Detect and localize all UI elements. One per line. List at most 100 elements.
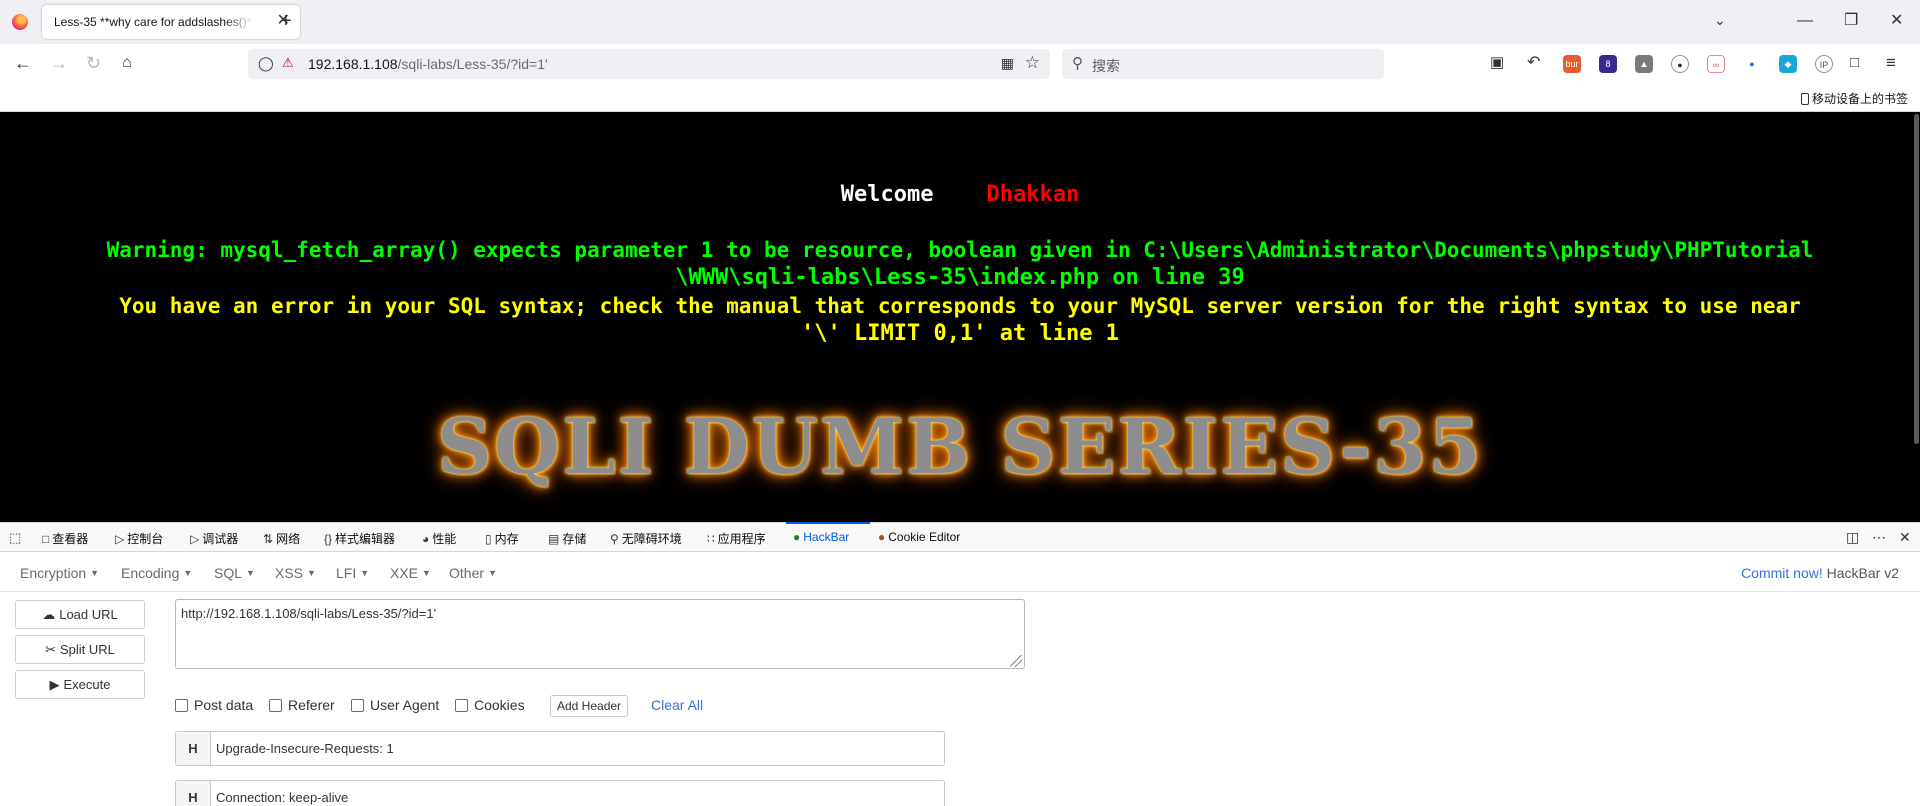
cookies-checkbox[interactable]: Cookies xyxy=(455,697,525,713)
post-data-checkbox[interactable]: Post data xyxy=(175,697,253,713)
qr-code-icon[interactable]: ▦ xyxy=(1001,55,1014,72)
url-text[interactable]: 192.168.1.108/sqli-labs/Less-35/?id=1' xyxy=(308,56,548,72)
header-row[interactable]: H Connection: keep-alive xyxy=(175,780,945,806)
ip-extension-icon[interactable]: IP xyxy=(1815,55,1833,73)
tab-debugger[interactable]: ▷ 调试器 xyxy=(190,530,238,547)
chevron-down-icon: ▼ xyxy=(246,568,255,578)
screenshot-icon[interactable]: ▣ xyxy=(1490,53,1504,73)
warning-line-1: Warning: mysql_fetch_array() expects par… xyxy=(106,238,1814,262)
wappalyzer-extension-icon[interactable]: ◆ xyxy=(1779,55,1797,73)
resize-handle-icon[interactable] xyxy=(1010,655,1022,667)
location-extension-icon[interactable]: ● xyxy=(1743,55,1761,73)
tab-storage[interactable]: ▤ 存储 xyxy=(548,530,586,547)
link-extension-icon[interactable]: ∞ xyxy=(1707,55,1725,73)
tab-memory[interactable]: ▯ 内存 xyxy=(485,530,519,547)
welcome-name: Dhakkan xyxy=(986,182,1080,207)
application-icon: ∷ xyxy=(707,532,715,546)
url-bar[interactable]: ◯ ⚠ 192.168.1.108/sqli-labs/Less-35/?id=… xyxy=(248,49,1050,79)
execute-button[interactable]: ▶ Execute xyxy=(15,670,145,699)
minimize-button[interactable]: — xyxy=(1797,10,1813,32)
more-options-icon[interactable]: ⋯ xyxy=(1872,529,1886,546)
header-value[interactable]: Upgrade-Insecure-Requests: 1 xyxy=(216,741,394,756)
bookmark-star-icon[interactable]: ☆ xyxy=(1025,53,1040,73)
hackbar-menu: Encryption ▼ Encoding ▼ SQL ▼ XSS ▼ LFI ▼ XXE… xyxy=(0,552,1920,592)
page-scrollbar[interactable] xyxy=(1912,112,1920,522)
undo-icon[interactable]: ↶ xyxy=(1527,53,1540,73)
browser-tab-active[interactable]: Less-35 **why care for addslashes()** ✕ xyxy=(42,5,300,39)
tab-cookie-editor[interactable]: ● Cookie Editor xyxy=(878,530,960,544)
menu-xss[interactable]: XSS ▼ xyxy=(275,565,316,581)
burp-extension-icon[interactable]: bur xyxy=(1563,55,1581,73)
split-url-label: Split URL xyxy=(59,642,115,657)
menu-sql[interactable]: SQL ▼ xyxy=(214,565,255,581)
hackbar-icon: ● xyxy=(793,530,801,544)
firefox-icon[interactable] xyxy=(12,14,28,30)
tab-style-editor[interactable]: {} 样式编辑器 xyxy=(324,530,395,547)
tab-hackbar[interactable]: ● HackBar xyxy=(793,530,849,544)
tab-cookie-editor-label: Cookie Editor xyxy=(888,530,961,544)
tab-performance[interactable]: ◕ 性能 xyxy=(422,530,456,547)
list-tabs-icon[interactable]: ⌄ xyxy=(1714,12,1726,29)
tab-storage-label: 存储 xyxy=(562,532,587,546)
extensions-icon[interactable]: □ xyxy=(1850,53,1859,73)
tab-application[interactable]: ∷ 应用程序 xyxy=(707,530,766,547)
home-icon[interactable]: ⌂ xyxy=(122,53,132,73)
mobile-bookmarks-folder[interactable]: 移动设备上的书签 xyxy=(1800,90,1908,107)
back-icon[interactable]: ← xyxy=(14,53,32,73)
clear-all-link[interactable]: Clear All xyxy=(651,697,703,713)
tab-accessibility[interactable]: ⚲ 无障碍环境 xyxy=(610,530,682,547)
tab-inspector[interactable]: □ 查看器 xyxy=(42,530,88,547)
restore-button[interactable]: ❐ xyxy=(1844,10,1858,32)
hackbar-panel: Encryption ▼ Encoding ▼ SQL ▼ XSS ▼ LFI ▼ XXE… xyxy=(0,552,1920,806)
insecure-lock-icon[interactable]: ⚠ xyxy=(282,55,294,71)
execute-label: Execute xyxy=(63,677,111,692)
bookmarks-toolbar: 移动设备上的书签 xyxy=(0,84,1920,112)
load-url-button[interactable]: ☁ Load URL xyxy=(15,600,145,629)
url-textarea[interactable]: http://192.168.1.108/sqli-labs/Less-35/?… xyxy=(175,599,1025,669)
referer-checkbox[interactable]: Referer xyxy=(269,697,335,713)
tracking-shield-icon[interactable]: ◯ xyxy=(258,55,274,72)
commit-info: Commit now! HackBar v2 xyxy=(1741,565,1899,581)
checkbox-icon xyxy=(269,699,282,712)
menu-xxe-label: XXE xyxy=(390,565,419,581)
error-line-2: '\' LIMIT 0,1' at line 1 xyxy=(801,321,1119,346)
tab-console[interactable]: ▷ 控制台 xyxy=(115,530,163,547)
add-header-button[interactable]: Add Header xyxy=(550,695,629,717)
memory-icon: ▯ xyxy=(485,532,492,546)
close-window-button[interactable]: ✕ xyxy=(1890,10,1903,32)
app-menu-icon[interactable]: ≡ xyxy=(1886,53,1896,73)
header-row[interactable]: H Upgrade-Insecure-Requests: 1 xyxy=(175,731,945,766)
network-icon: ⇅ xyxy=(263,532,274,546)
reload-icon[interactable]: ↻ xyxy=(86,53,101,73)
menu-lfi[interactable]: LFI ▼ xyxy=(336,565,369,581)
cookies-label: Cookies xyxy=(474,697,525,713)
chevron-down-icon: ▼ xyxy=(307,568,316,578)
header-value[interactable]: Connection: keep-alive xyxy=(216,790,348,805)
menu-encoding[interactable]: Encoding ▼ xyxy=(121,565,192,581)
search-bar[interactable]: ⚲ 搜索 xyxy=(1062,49,1384,79)
puzzle-extension-icon[interactable]: ▲ xyxy=(1635,55,1653,73)
new-tab-button[interactable]: + xyxy=(280,10,292,32)
tab-memory-label: 内存 xyxy=(494,532,519,546)
scrollbar-thumb[interactable] xyxy=(1914,114,1919,444)
user-agent-checkbox[interactable]: User Agent xyxy=(351,697,439,713)
storage-icon: ▤ xyxy=(548,532,560,546)
accessibility-icon: ⚲ xyxy=(610,532,619,546)
user-agent-label: User Agent xyxy=(370,697,440,713)
welcome-line: Welcome Dhakkan xyxy=(0,182,1920,207)
chevron-down-icon: ▼ xyxy=(183,568,193,578)
menu-xxe[interactable]: XXE ▼ xyxy=(390,565,431,581)
commit-now-link[interactable]: Commit now! xyxy=(1741,565,1823,581)
split-url-button[interactable]: ✂ Split URL xyxy=(15,635,145,664)
extension-badge-icon[interactable]: 8 xyxy=(1599,55,1617,73)
header-tag: H xyxy=(176,732,211,765)
cookie-extension-icon[interactable]: ● xyxy=(1671,55,1689,73)
close-devtools-icon[interactable]: ✕ xyxy=(1899,529,1911,546)
menu-encryption[interactable]: Encryption ▼ xyxy=(20,565,99,581)
sql-error-message: You have an error in your SQL syntax; ch… xyxy=(0,292,1920,348)
dock-side-icon[interactable]: ◫ xyxy=(1846,529,1859,546)
tab-network[interactable]: ⇅ 网络 xyxy=(263,530,300,547)
menu-other[interactable]: Other ▼ xyxy=(449,565,497,581)
element-picker-icon[interactable]: ⬚ xyxy=(9,530,21,546)
forward-icon[interactable]: → xyxy=(50,53,68,73)
